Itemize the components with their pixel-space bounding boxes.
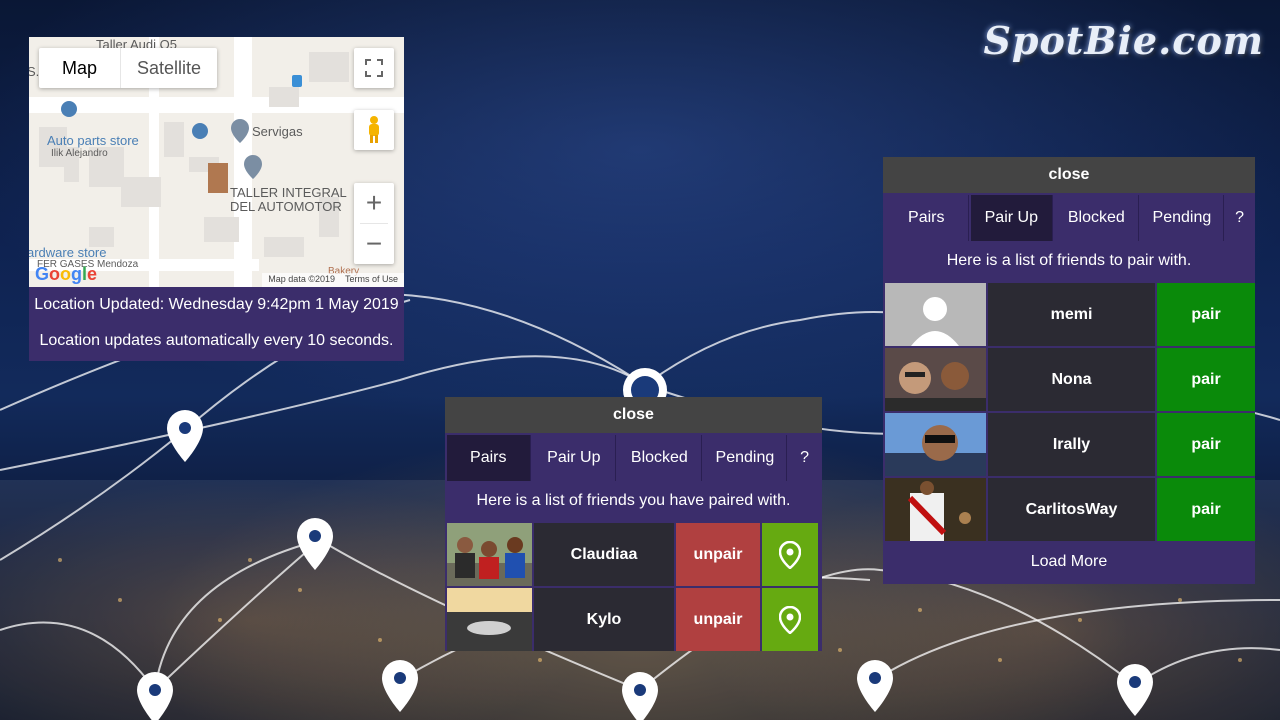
default-avatar-icon xyxy=(885,283,986,346)
pair-button[interactable]: pair xyxy=(1157,478,1255,541)
friend-name: Irally xyxy=(988,413,1155,476)
location-map-panel: Taller Audi Q5 S.A Auto parts store Ilik… xyxy=(29,37,404,361)
map-label-servigas: Servigas xyxy=(252,124,303,139)
friend-name: CarlitosWay xyxy=(988,478,1155,541)
tab-pair-up[interactable]: Pair Up xyxy=(970,195,1054,241)
tab-help[interactable]: ? xyxy=(789,435,821,481)
location-pin-icon xyxy=(779,605,801,634)
friend-suggestion-row: CarlitosWay pair xyxy=(883,478,1255,541)
unpair-button[interactable]: unpair xyxy=(676,523,760,586)
map-type-toggle: Map Satellite xyxy=(39,48,218,88)
pair-button[interactable]: pair xyxy=(1157,283,1255,346)
terms-of-use-link[interactable]: Terms of Use xyxy=(345,274,398,286)
map-attribution: Map data ©2019 Terms of Use xyxy=(262,273,404,287)
friend-suggestion-row: Nona pair xyxy=(883,348,1255,411)
pegman-icon xyxy=(369,116,379,143)
tab-pairs[interactable]: Pairs xyxy=(447,435,531,481)
tab-pending[interactable]: Pending xyxy=(1140,195,1225,241)
friend-name: memi xyxy=(988,283,1155,346)
avatar-photo xyxy=(885,478,986,541)
street-view-button[interactable] xyxy=(354,110,394,150)
tab-blocked[interactable]: Blocked xyxy=(1055,195,1139,241)
fullscreen-button[interactable] xyxy=(354,48,394,88)
load-more-button[interactable]: Load More xyxy=(883,543,1255,583)
pair-up-hint: Here is a list of friends to pair with. xyxy=(946,252,1192,269)
friend-avatar[interactable] xyxy=(447,523,532,586)
pair-up-close-button[interactable]: close xyxy=(883,157,1255,193)
friend-name: Kylo xyxy=(534,588,674,651)
zoom-controls: + − xyxy=(354,183,394,264)
tab-help[interactable]: ? xyxy=(1226,195,1253,241)
map-label-ilik: Ilik Alejandro xyxy=(51,148,108,159)
location-pin-icon xyxy=(779,540,801,569)
map-label-auto-parts: Auto parts store xyxy=(47,133,139,148)
pairs-panel: close Pairs Pair Up Blocked Pending ? He… xyxy=(445,397,822,651)
friend-avatar[interactable] xyxy=(885,478,986,541)
avatar-photo xyxy=(885,413,986,476)
pairs-tabs: Pairs Pair Up Blocked Pending ? xyxy=(445,433,822,483)
avatar-photo xyxy=(447,523,532,586)
pair-button[interactable]: pair xyxy=(1157,348,1255,411)
pairs-close-button[interactable]: close xyxy=(445,397,822,433)
google-logo[interactable]: Google xyxy=(35,264,97,285)
friend-name: Nona xyxy=(988,348,1155,411)
map-type-map-button[interactable]: Map xyxy=(39,48,121,88)
pair-up-tabs: Pairs Pair Up Blocked Pending ? xyxy=(883,193,1255,243)
avatar-photo xyxy=(885,348,986,411)
tab-blocked[interactable]: Blocked xyxy=(618,435,702,481)
map-label-taller-integral-1: TALLER INTEGRAL xyxy=(230,185,347,200)
zoom-out-button[interactable]: − xyxy=(354,224,394,264)
pair-button[interactable]: pair xyxy=(1157,413,1255,476)
map-label-taller-integral-2: DEL AUTOMOTOR xyxy=(230,199,342,214)
friend-avatar[interactable] xyxy=(885,413,986,476)
paired-friend-row: Claudiaa unpair xyxy=(445,523,822,586)
tab-pair-up[interactable]: Pair Up xyxy=(532,435,617,481)
location-updated-text: Location Updated: Wednesday 9:42pm 1 May… xyxy=(34,296,399,313)
map-data-label: Map data ©2019 xyxy=(268,274,335,284)
avatar-photo xyxy=(447,588,532,651)
tab-pairs[interactable]: Pairs xyxy=(885,195,969,241)
paired-friend-row: Kylo unpair xyxy=(445,588,822,651)
zoom-in-button[interactable]: + xyxy=(354,183,394,223)
friend-suggestion-row: memi pair xyxy=(883,283,1255,346)
spotbie-logo[interactable]: SpotBie.com xyxy=(983,18,1264,63)
fullscreen-icon xyxy=(365,59,383,77)
locate-friend-button[interactable] xyxy=(762,523,818,586)
pairs-hint: Here is a list of friends you have paire… xyxy=(476,492,791,509)
unpair-button[interactable]: unpair xyxy=(676,588,760,651)
friend-avatar[interactable] xyxy=(885,348,986,411)
location-update-note: Location updates automatically every 10 … xyxy=(39,332,394,349)
locate-friend-button[interactable] xyxy=(762,588,818,651)
friend-avatar[interactable] xyxy=(885,283,986,346)
friend-avatar[interactable] xyxy=(447,588,532,651)
map-type-satellite-button[interactable]: Satellite xyxy=(121,48,217,88)
google-map[interactable]: Taller Audi Q5 S.A Auto parts store Ilik… xyxy=(29,37,404,287)
friend-name: Claudiaa xyxy=(534,523,674,586)
map-label-hardware: ardware store xyxy=(29,245,107,260)
tab-pending[interactable]: Pending xyxy=(703,435,788,481)
friend-suggestion-row: Irally pair xyxy=(883,413,1255,476)
pair-up-panel: close Pairs Pair Up Blocked Pending ? He… xyxy=(883,157,1255,584)
